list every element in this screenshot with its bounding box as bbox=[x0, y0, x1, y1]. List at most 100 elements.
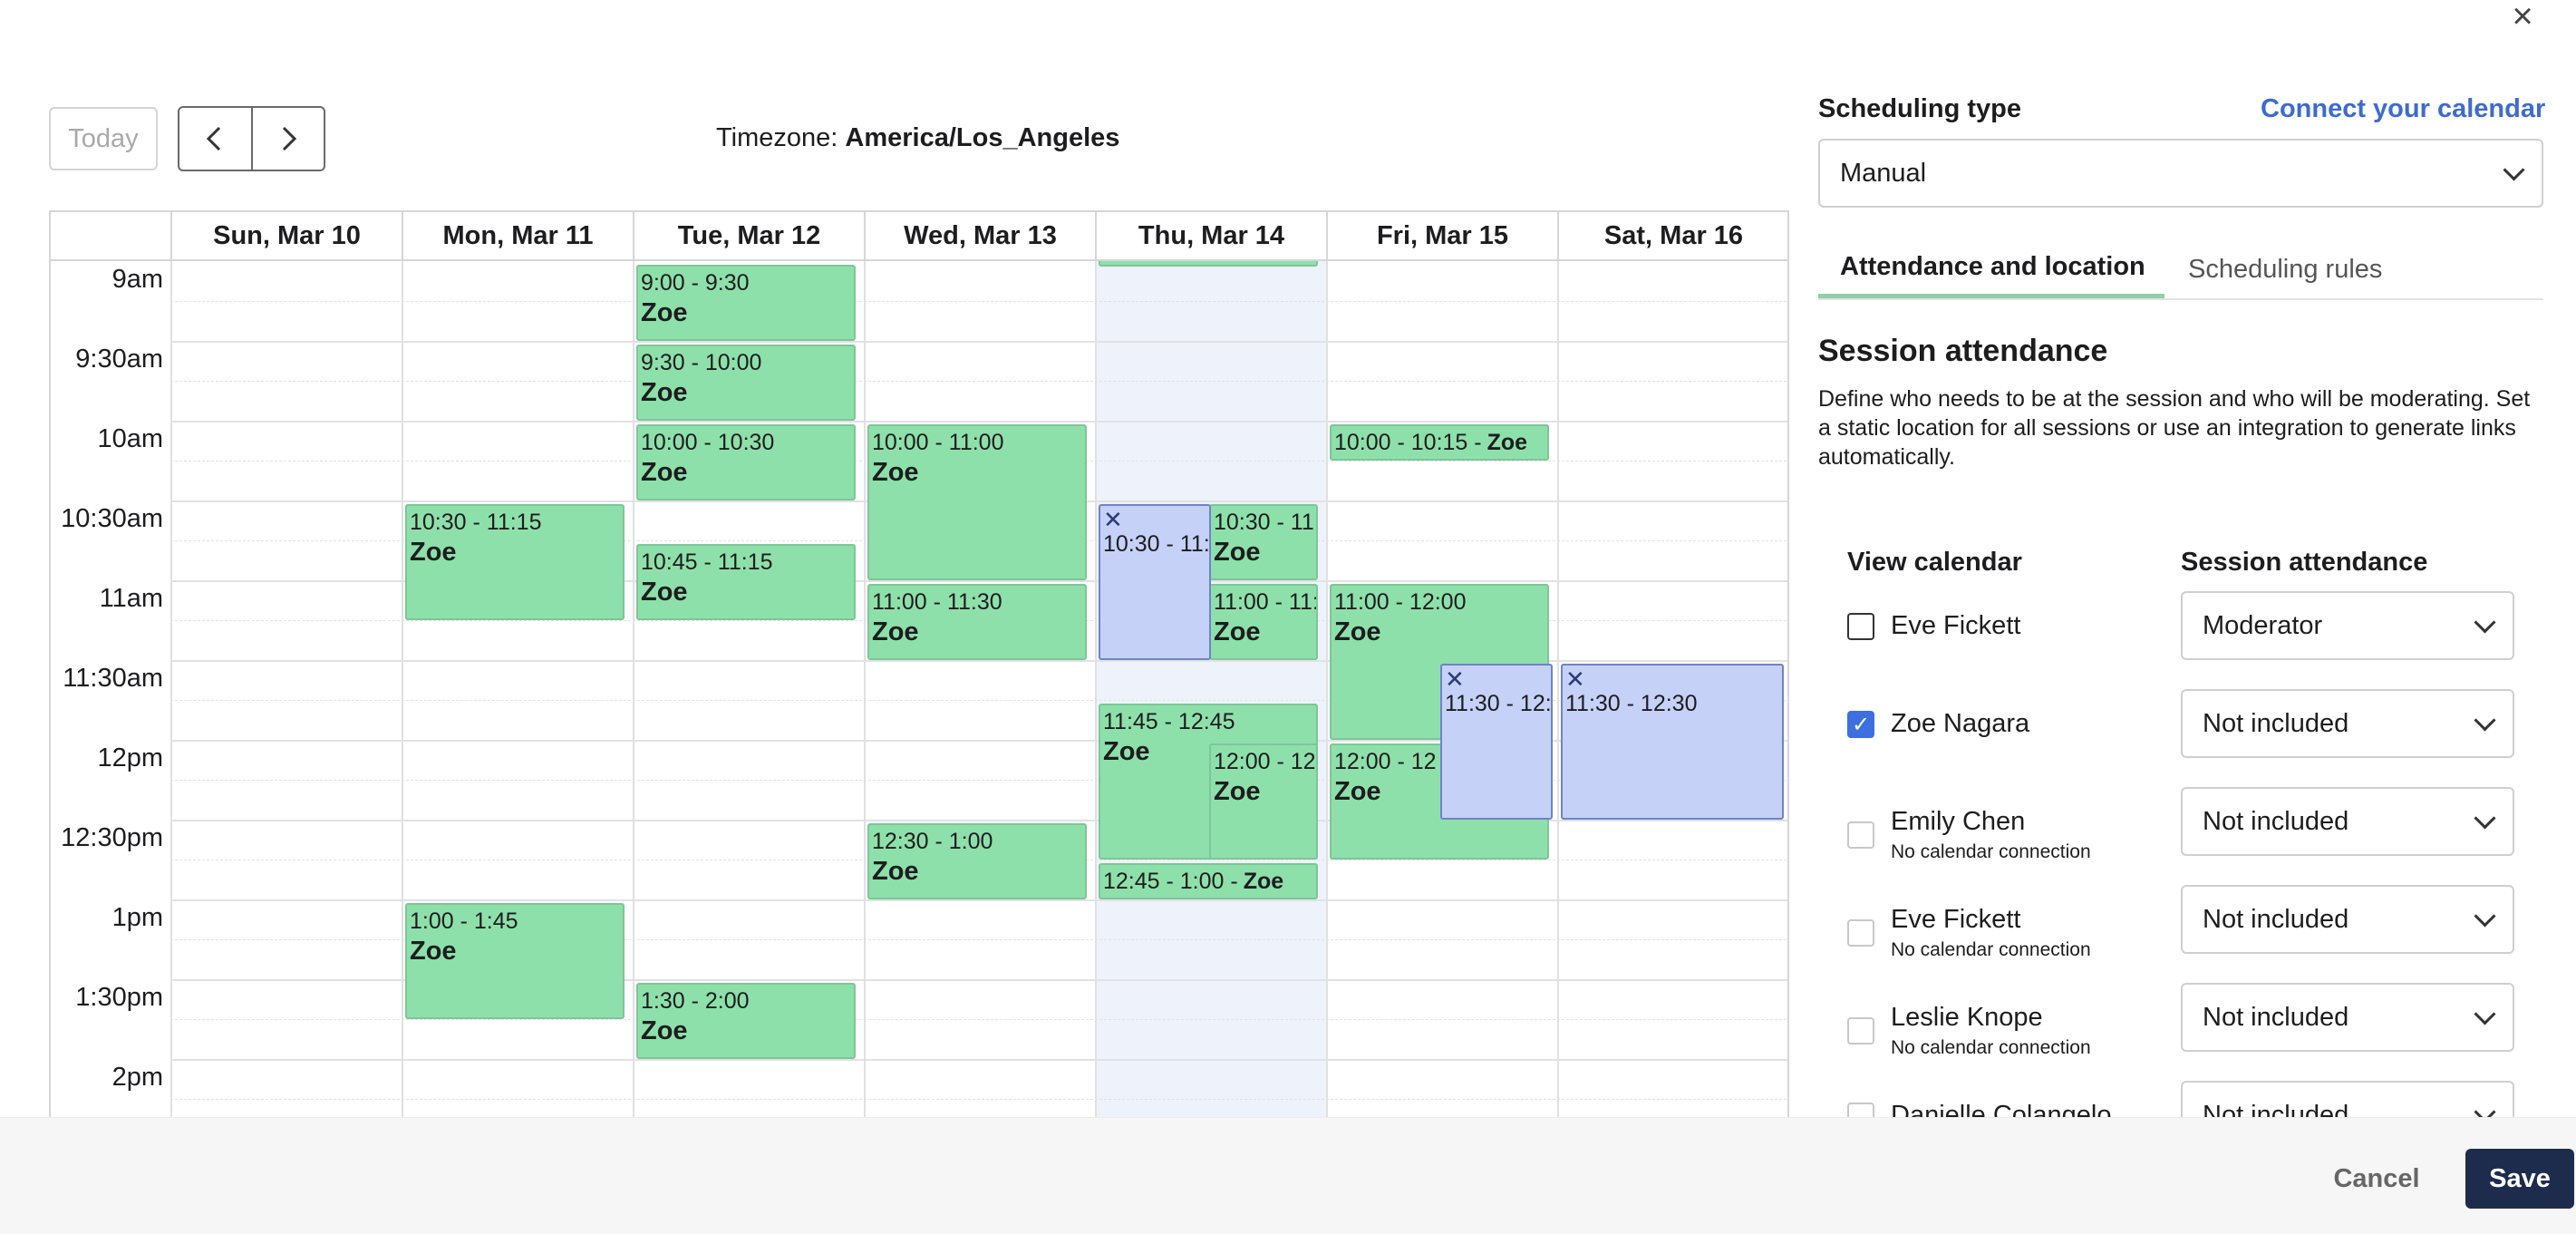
person-calendar-status: No calendar connection bbox=[1891, 841, 2091, 862]
time-label: 1:30pm bbox=[75, 983, 163, 1012]
availability-block[interactable]: ✕ 10:30 - 11: bbox=[1099, 504, 1211, 660]
event-name: Zoe bbox=[872, 617, 919, 646]
event-time: 10:30 - 11:15 bbox=[410, 510, 542, 535]
today-column-highlight bbox=[1097, 261, 1326, 1117]
timezone-display: Timezone: America/Los_Angeles bbox=[716, 123, 1119, 153]
session-attendance-header: Session attendance bbox=[2181, 548, 2428, 577]
event-name: Zoe bbox=[410, 937, 457, 966]
remove-icon[interactable]: ✕ bbox=[1103, 508, 1206, 531]
event-time: 1:30 - 2:00 bbox=[641, 988, 750, 1014]
scheduling-type-value: Manual bbox=[1840, 158, 1927, 188]
time-label: 12pm bbox=[97, 743, 163, 772]
person-name: Emily Chen bbox=[1891, 807, 2026, 836]
chevron-down-icon bbox=[2474, 610, 2496, 634]
calendar-event[interactable]: 12:45 - 1:00 - Zoe bbox=[1099, 863, 1318, 899]
calendar-event[interactable]: 11:00 - 11:30 Zoe bbox=[867, 584, 1087, 660]
timezone-value: America/Los_Angeles bbox=[845, 123, 1120, 152]
today-button[interactable]: Today bbox=[49, 107, 158, 170]
person-name: Leslie Knope bbox=[1891, 1003, 2043, 1032]
connect-calendar-link[interactable]: Connect your calendar bbox=[2261, 94, 2545, 124]
event-name: Zoe bbox=[1214, 777, 1261, 806]
calendar-event[interactable]: 11:00 - 11: Zoe bbox=[1209, 584, 1318, 660]
chevron-down-icon bbox=[2474, 708, 2496, 732]
attendance-select[interactable]: Moderator bbox=[2181, 591, 2514, 660]
day-header: Wed, Mar 13 bbox=[864, 212, 1095, 259]
availability-block[interactable]: ✕ 11:30 - 12: bbox=[1440, 664, 1553, 820]
calendar-event[interactable]: 10:30 - 11:15 Zoe bbox=[405, 504, 625, 620]
save-button[interactable]: Save bbox=[2465, 1149, 2574, 1209]
day-header: Sun, Mar 10 bbox=[170, 212, 402, 259]
day-header: Tue, Mar 12 bbox=[633, 212, 864, 259]
time-label: 1pm bbox=[111, 903, 163, 932]
calendar-event[interactable]: 12:00 - 12 Zoe bbox=[1209, 743, 1318, 860]
calendar-checkbox[interactable]: ✓ bbox=[1847, 711, 1874, 738]
calendar-event[interactable]: 12:30 - 1:00 Zoe bbox=[867, 823, 1087, 899]
calendar-checkbox[interactable] bbox=[1847, 613, 1874, 640]
event-name: Zoe bbox=[1214, 617, 1261, 646]
calendar-checkbox[interactable] bbox=[1847, 821, 1874, 849]
chevron-down-icon bbox=[2474, 1002, 2496, 1025]
remove-icon[interactable]: ✕ bbox=[1565, 667, 1779, 691]
event-name: Zoe bbox=[641, 1016, 688, 1045]
calendar-checkbox[interactable] bbox=[1847, 919, 1874, 947]
quarter-line bbox=[170, 381, 1787, 382]
view-calendar-header: View calendar bbox=[1847, 548, 2022, 577]
attendance-value: Moderator bbox=[2203, 610, 2323, 640]
event-name: Zoe bbox=[872, 857, 919, 886]
remove-icon[interactable]: ✕ bbox=[1445, 667, 1548, 691]
calendar-event[interactable]: 10:00 - 11:00 Zoe bbox=[867, 424, 1087, 580]
event-time: 10:00 - 11:00 bbox=[872, 430, 1004, 455]
availability-block[interactable]: ✕ 11:30 - 12:30 bbox=[1561, 664, 1784, 820]
chevron-down-icon bbox=[2474, 904, 2496, 928]
attendance-select[interactable]: Not included bbox=[2181, 689, 2514, 758]
chevron-left-icon[interactable] bbox=[179, 108, 251, 170]
quarter-line bbox=[170, 1099, 1787, 1100]
section-title: Session attendance bbox=[1818, 334, 2108, 368]
event-name: Zoe bbox=[1214, 538, 1261, 567]
calendar-event[interactable]: 9:00 - 9:30 Zoe bbox=[636, 265, 856, 341]
calendar-event[interactable]: 10:30 - 11: Zoe bbox=[1209, 504, 1318, 580]
calendar-event[interactable]: 10:00 - 10:30 Zoe bbox=[636, 424, 856, 500]
event-time: 11:45 - 12:45 bbox=[1103, 709, 1235, 734]
event-name: Zoe bbox=[872, 458, 919, 487]
dialog-footer bbox=[0, 1117, 2576, 1234]
calendar-checkbox[interactable] bbox=[1847, 1017, 1874, 1045]
event-time: 11:00 - 11: bbox=[1214, 589, 1318, 615]
attendance-select[interactable]: Not included bbox=[2181, 885, 2514, 954]
day-header: Fri, Mar 15 bbox=[1326, 212, 1557, 259]
event-time: 10:45 - 11:15 bbox=[641, 549, 773, 575]
time-label: 9am bbox=[111, 265, 163, 294]
time-label: 11:30am bbox=[63, 664, 163, 693]
attendance-select[interactable]: Not included bbox=[2181, 787, 2514, 856]
timezone-label: Timezone: bbox=[716, 123, 838, 152]
chevron-right-icon[interactable] bbox=[250, 108, 324, 170]
event-name: Zoe bbox=[641, 458, 688, 487]
scheduling-type-select[interactable]: Manual bbox=[1818, 139, 2543, 208]
event-time: 11:00 - 12:00 bbox=[1334, 589, 1467, 615]
event-time: 10:00 - 10:15 - bbox=[1334, 430, 1482, 455]
calendar-body[interactable]: 9am 9:30am 10am 10:30am 11am 11:30am 12pm 12:30… bbox=[51, 256, 1787, 1117]
calendar-event[interactable]: 1:00 - 1:45 Zoe bbox=[405, 903, 625, 1019]
tabs-divider bbox=[1818, 298, 2543, 300]
calendar-event[interactable]: 10:00 - 10:15 - Zoe bbox=[1330, 424, 1549, 461]
event-time: 10:30 - 11: bbox=[1214, 510, 1318, 535]
column-divider bbox=[864, 261, 866, 1117]
tab-attendance-location[interactable]: Attendance and location bbox=[1840, 252, 2145, 282]
person-name: Eve Fickett bbox=[1891, 905, 2021, 934]
attendance-value: Not included bbox=[2203, 904, 2349, 934]
time-label: 11am bbox=[99, 584, 163, 613]
close-icon[interactable]: × bbox=[2500, 0, 2545, 36]
time-label: 10am bbox=[97, 424, 163, 453]
attendance-select[interactable]: Not included bbox=[2181, 983, 2514, 1052]
event-name: Zoe bbox=[1487, 430, 1528, 455]
calendar-event[interactable]: 9:30 - 10:00 Zoe bbox=[636, 345, 856, 421]
person-name: Zoe Nagara bbox=[1891, 709, 2030, 738]
event-name: Zoe bbox=[1243, 869, 1284, 894]
week-navigation bbox=[178, 106, 325, 171]
tab-scheduling-rules[interactable]: Scheduling rules bbox=[2188, 255, 2382, 285]
calendar-event[interactable]: 10:45 - 11:15 Zoe bbox=[636, 544, 856, 620]
cancel-button[interactable]: Cancel bbox=[2322, 1151, 2431, 1206]
calendar-event[interactable]: 1:30 - 2:00 Zoe bbox=[636, 983, 856, 1059]
event-time: 12:30 - 1:00 bbox=[872, 829, 993, 854]
day-header: Thu, Mar 14 bbox=[1095, 212, 1326, 259]
